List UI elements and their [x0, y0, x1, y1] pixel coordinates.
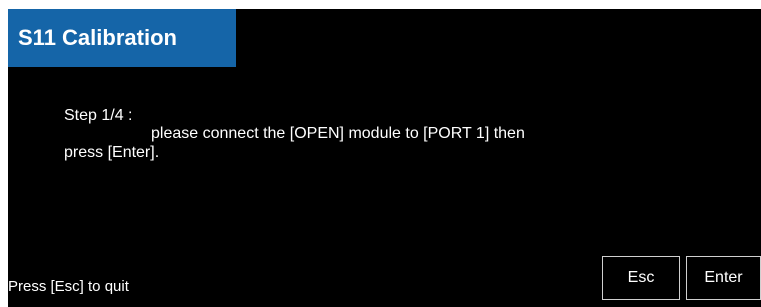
instruction-line-2: press [Enter]. — [64, 144, 160, 161]
esc-button[interactable]: Esc — [602, 256, 680, 300]
step-label: Step 1/4 : — [64, 107, 133, 124]
enter-button[interactable]: Enter — [686, 256, 761, 300]
calibration-dialog: S11 Calibration Step 1/4 : please connec… — [8, 9, 761, 307]
dialog-title: S11 Calibration — [8, 9, 236, 67]
instruction-line-1: please connect the [OPEN] module to [POR… — [151, 125, 525, 142]
quit-hint: Press [Esc] to quit — [8, 278, 129, 295]
